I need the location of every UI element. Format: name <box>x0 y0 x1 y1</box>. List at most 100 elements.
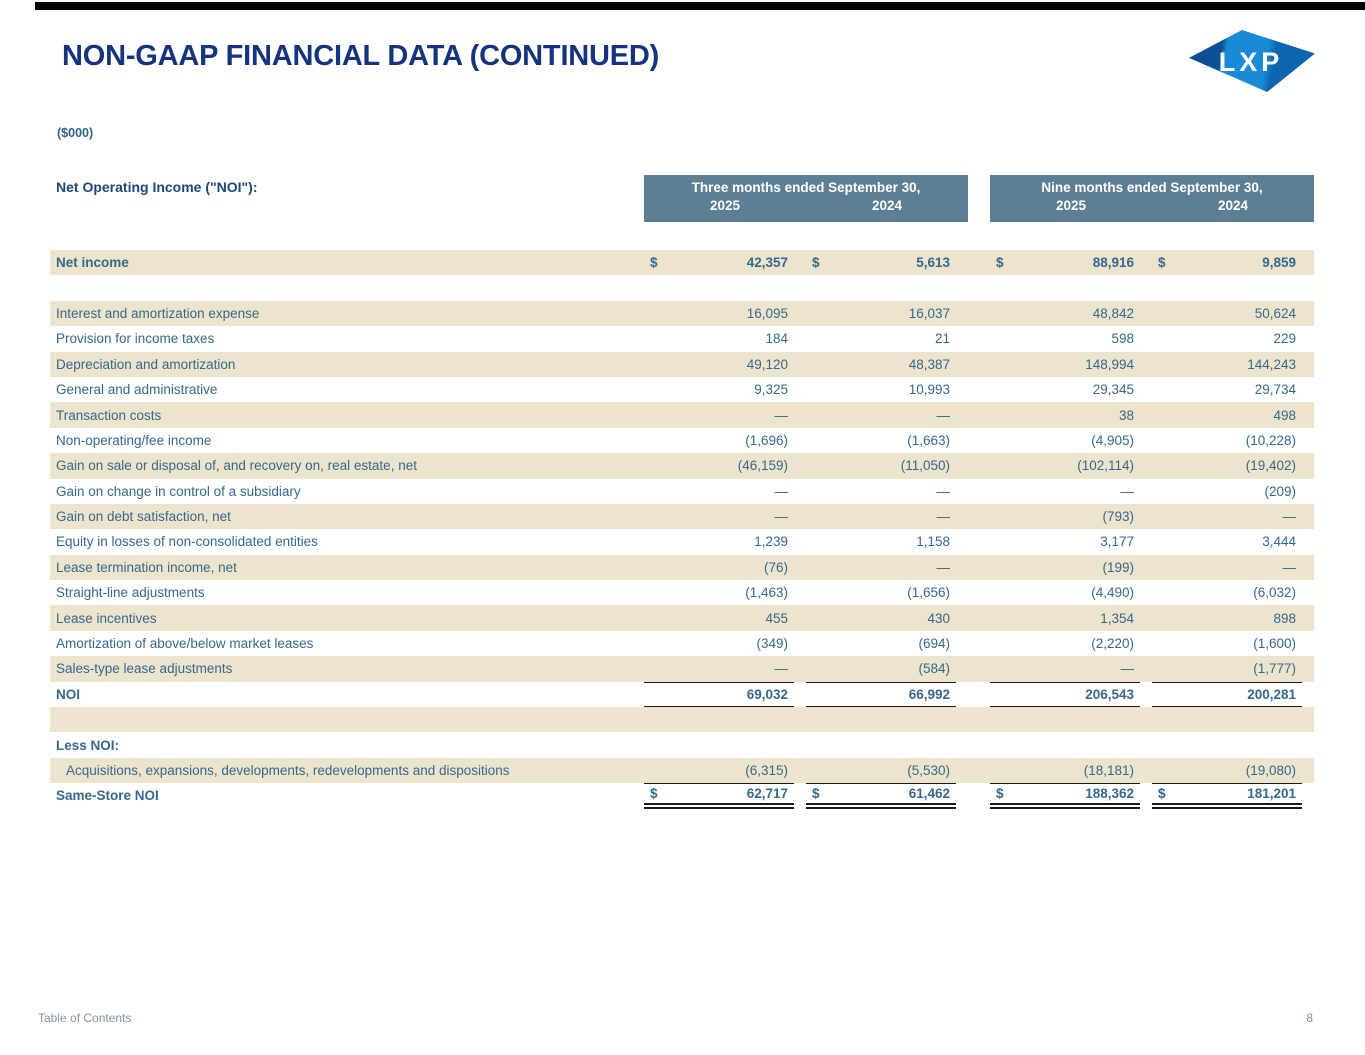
value-cell-inner: 29,345 <box>990 377 1140 402</box>
value-number: — <box>775 484 789 499</box>
value-number: 10,993 <box>909 382 950 397</box>
value-cell-inner: — <box>990 656 1140 681</box>
dollar-sign: $ <box>1158 255 1168 270</box>
group-gap <box>968 631 990 656</box>
value-cell: (1,600) <box>1152 631 1314 656</box>
table-row: Same-Store NOI$62,717$61,462$188,362$181… <box>50 783 1314 808</box>
value-cell: 29,345 <box>990 377 1152 402</box>
table-row: NOI 69,032 66,992 206,543 200,281 <box>50 682 1314 707</box>
period-band-0: Three months ended September 30,20252024 <box>644 175 968 222</box>
value-number: (76) <box>764 560 788 575</box>
value-cell: 200,281 <box>1152 682 1314 707</box>
row-label: NOI <box>50 687 644 702</box>
value-cell-inner: 21 <box>806 326 956 351</box>
value-cell-inner: (2,220) <box>990 631 1140 656</box>
value-cell-inner: 200,281 <box>1152 682 1302 707</box>
value-cell-inner: $181,201 <box>1152 783 1302 808</box>
value-cell-inner: — <box>806 402 956 427</box>
row-label: Same-Store NOI <box>50 788 644 803</box>
value-cell <box>806 275 968 300</box>
value-cell-inner: (1,663) <box>806 428 956 453</box>
value-cell <box>990 732 1152 757</box>
row-label: Sales-type lease adjustments <box>50 661 644 676</box>
value-number: (4,905) <box>1091 433 1134 448</box>
value-cell-inner <box>1152 707 1302 732</box>
value-number: 9,859 <box>1262 255 1296 270</box>
value-cell: $88,916 <box>990 250 1152 275</box>
value-cell-inner: 184 <box>644 326 794 351</box>
value-number: — <box>1283 509 1297 524</box>
value-cell-inner: 229 <box>1152 326 1302 351</box>
value-cell: $42,357 <box>644 250 806 275</box>
value-cell-inner: 3,177 <box>990 529 1140 554</box>
value-number: 9,325 <box>754 382 788 397</box>
value-cell: (6,032) <box>1152 580 1314 605</box>
group-gap <box>968 783 990 808</box>
value-number: 898 <box>1273 611 1296 626</box>
table-row: Less NOI: <box>50 732 1314 757</box>
value-cell: 48,387 <box>806 352 968 377</box>
value-cell-inner <box>990 732 1140 757</box>
row-label: Interest and amortization expense <box>50 306 644 321</box>
value-cell: 50,624 <box>1152 301 1314 326</box>
value-cell-inner: 69,032 <box>644 682 794 707</box>
table-row: Provision for income taxes18421598229 <box>50 326 1314 351</box>
table-row: Gain on sale or disposal of, and recover… <box>50 453 1314 478</box>
row-label: Depreciation and amortization <box>50 357 644 372</box>
value-cell-inner: — <box>1152 504 1302 529</box>
value-cell: (4,490) <box>990 580 1152 605</box>
value-number: 61,462 <box>909 786 950 801</box>
value-cell-inner <box>644 732 794 757</box>
value-cell: — <box>806 402 968 427</box>
row-label: Less NOI: <box>50 738 644 753</box>
value-cell-inner <box>1152 275 1302 300</box>
group-gap <box>968 555 990 580</box>
value-number: (1,600) <box>1253 636 1296 651</box>
group-gap <box>968 605 990 630</box>
value-cell-inner <box>990 707 1140 732</box>
value-cell: 455 <box>644 605 806 630</box>
dollar-sign: $ <box>996 255 1006 270</box>
group-gap <box>968 352 990 377</box>
value-cell: (1,696) <box>644 428 806 453</box>
dollar-sign: $ <box>650 786 660 801</box>
value-cell: 66,992 <box>806 682 968 707</box>
value-number: 206,543 <box>1085 687 1134 702</box>
period-band-title: Three months ended September 30, <box>644 175 968 195</box>
value-cell-inner: (5,530) <box>806 758 956 783</box>
value-number: — <box>775 661 789 676</box>
value-cell: $188,362 <box>990 783 1152 808</box>
value-number: 69,032 <box>747 687 788 702</box>
group-gap <box>968 301 990 326</box>
value-cell: — <box>644 479 806 504</box>
value-cell: $181,201 <box>1152 783 1314 808</box>
value-cell: $9,859 <box>1152 250 1314 275</box>
value-cell: $61,462 <box>806 783 968 808</box>
value-cell <box>644 707 806 732</box>
row-label: Equity in losses of non-consolidated ent… <box>50 534 644 549</box>
value-number: (694) <box>918 636 950 651</box>
value-cell-inner: 455 <box>644 605 794 630</box>
value-number: (11,050) <box>901 458 950 473</box>
value-cell-inner: (1,696) <box>644 428 794 453</box>
value-number: (6,315) <box>745 763 788 778</box>
value-cell-inner: (11,050) <box>806 453 956 478</box>
value-cell-inner: 16,095 <box>644 301 794 326</box>
value-cell-inner: $5,613 <box>806 250 956 275</box>
table-row: Gain on debt satisfaction, net——(793)— <box>50 504 1314 529</box>
table-of-contents-link[interactable]: Table of Contents <box>38 1011 131 1025</box>
value-number: (1,656) <box>907 585 950 600</box>
value-number: 50,624 <box>1255 306 1296 321</box>
value-cell-inner: 49,120 <box>644 352 794 377</box>
value-cell-inner: (18,181) <box>990 758 1140 783</box>
table-row: Acquisitions, expansions, developments, … <box>50 758 1314 783</box>
value-cell-inner: 16,037 <box>806 301 956 326</box>
value-number: — <box>937 560 951 575</box>
table-row: Interest and amortization expense 16,095 1… <box>50 301 1314 326</box>
value-number: 49,120 <box>747 357 788 372</box>
table-row: Sales-type lease adjustments—(584)—(1,77… <box>50 656 1314 681</box>
value-cell-inner: (19,080) <box>1152 758 1302 783</box>
group-gap <box>968 707 990 732</box>
value-cell: 3,444 <box>1152 529 1314 554</box>
value-number: 16,095 <box>747 306 788 321</box>
